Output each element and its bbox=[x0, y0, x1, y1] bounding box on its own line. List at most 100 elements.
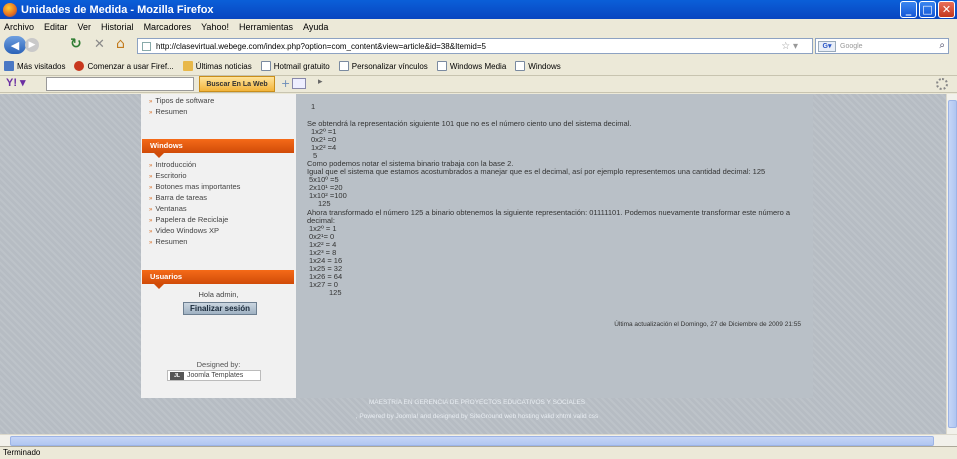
joomla-templates-label: Joomla Templates bbox=[187, 372, 244, 379]
most-visited-icon bbox=[4, 61, 14, 71]
page-content: » Tipos de software » Resumen Windows » Int… bbox=[0, 94, 946, 434]
bookmark-news[interactable]: Últimas noticias bbox=[182, 61, 252, 71]
menu-ayuda[interactable]: Ayuda bbox=[303, 22, 328, 32]
article-line: 1 bbox=[311, 102, 316, 111]
menu-historial[interactable]: Historial bbox=[101, 22, 134, 32]
menu-herramientas[interactable]: Herramientas bbox=[239, 22, 293, 32]
sidebar-item-video[interactable]: » Video Windows XP bbox=[149, 226, 219, 235]
bookmark-label: Comenzar a usar Firef... bbox=[87, 61, 174, 71]
back-button[interactable]: ◀ bbox=[4, 36, 26, 54]
title-bar: Unidades de Medida - Mozilla Firefox _ □… bbox=[0, 0, 957, 19]
sidebar-item-resumen-2[interactable]: » Resumen bbox=[149, 237, 187, 246]
sidebar-item-label: Resumen bbox=[155, 237, 188, 246]
article-body: 1 Se obtendrá la representación siguiente… bbox=[296, 94, 813, 398]
maximize-button[interactable]: □ bbox=[919, 1, 936, 18]
url-text: http://clasevirtual.webege.com/index.php… bbox=[156, 41, 486, 51]
sidebar-item-label: Papelera de Reciclaje bbox=[155, 215, 229, 224]
page-icon bbox=[338, 61, 349, 71]
arrow-icon: » bbox=[149, 207, 153, 213]
vertical-scroll-thumb[interactable] bbox=[948, 100, 957, 428]
sidebar-item-label: Resumen bbox=[155, 107, 188, 116]
firefox-bookmark-icon bbox=[74, 61, 85, 71]
page-icon bbox=[260, 61, 271, 71]
stop-icon[interactable]: ✕ bbox=[94, 37, 105, 52]
windows-section-header: Windows bbox=[142, 139, 294, 158]
menu-editar[interactable]: Editar bbox=[44, 22, 68, 32]
yahoo-search-button[interactable]: Buscar En La Web bbox=[199, 76, 275, 92]
arrow-icon: » bbox=[149, 110, 153, 116]
bookmark-windows-media[interactable]: Windows Media bbox=[436, 61, 506, 71]
article-line: 125 bbox=[318, 199, 331, 208]
bookmark-label: Windows bbox=[528, 61, 561, 71]
menu-archivo[interactable]: Archivo bbox=[4, 22, 34, 32]
greeting-text: Hola admin, bbox=[198, 290, 239, 299]
sidebar-item-label: Introducción bbox=[155, 160, 197, 169]
logout-button[interactable]: Finalizar sesión bbox=[183, 302, 257, 315]
vertical-scrollbar[interactable] bbox=[946, 94, 957, 434]
loading-icon bbox=[936, 78, 948, 90]
page-icon bbox=[142, 42, 151, 51]
sidebar-item-resumen[interactable]: » Resumen bbox=[149, 107, 187, 116]
bookmark-getting-started[interactable]: Comenzar a usar Firef... bbox=[74, 61, 174, 71]
chevron-right-icon[interactable]: ▸ bbox=[318, 77, 323, 87]
home-icon[interactable]: ⌂ bbox=[116, 36, 125, 52]
menu-ver[interactable]: Ver bbox=[78, 22, 92, 32]
sidebar-item-label: Video Windows XP bbox=[155, 226, 219, 235]
sidebar-item-barra-tareas[interactable]: » Barra de tareas bbox=[149, 193, 207, 202]
sidebar-item-label: Tipos de software bbox=[155, 96, 215, 105]
sidebar-item-introduccion[interactable]: » Introducción bbox=[149, 160, 196, 169]
article-line: Ahora transformado el número 125 a binar… bbox=[307, 208, 791, 217]
last-updated-text: Última actualización el Domingo, 27 de D… bbox=[614, 321, 801, 328]
arrow-icon: » bbox=[149, 196, 153, 202]
arrow-icon: » bbox=[149, 240, 153, 246]
close-button[interactable]: ✕ bbox=[938, 1, 955, 18]
bookmark-windows[interactable]: Windows bbox=[515, 61, 561, 71]
article-line: Igual que el sistema que estamos acostum… bbox=[307, 167, 766, 176]
arrow-icon: » bbox=[149, 99, 153, 105]
sidebar-item-escritorio[interactable]: » Escritorio bbox=[149, 171, 187, 180]
sidebar-item-label: Escritorio bbox=[155, 171, 187, 180]
sidebar-item-botones[interactable]: » Botones mas importantes bbox=[149, 182, 240, 191]
page-icon bbox=[515, 61, 526, 71]
page-icon bbox=[436, 61, 447, 71]
reload-icon[interactable]: ↻ bbox=[70, 36, 82, 52]
bookmark-most-visited[interactable]: Más visitados bbox=[4, 61, 65, 71]
google-icon[interactable]: G▾ bbox=[818, 41, 836, 52]
menu-marcadores[interactable]: Marcadores bbox=[144, 22, 192, 32]
designed-by-text: Designed by: bbox=[196, 360, 241, 369]
sidebar-item-ventanas[interactable]: » Ventanas bbox=[149, 204, 187, 213]
sidebar-item-papelera[interactable]: » Papelera de Reciclaje bbox=[149, 215, 228, 224]
url-bar[interactable]: http://clasevirtual.webege.com/index.php… bbox=[137, 38, 813, 54]
add-icon[interactable]: + bbox=[281, 77, 290, 90]
search-input[interactable]: G▾ Google ⌕ bbox=[815, 38, 949, 54]
rss-folder-icon bbox=[182, 61, 193, 71]
sidebar: » Tipos de software » Resumen Windows » Int… bbox=[141, 94, 296, 398]
search-icon[interactable]: ⌕ bbox=[939, 40, 945, 51]
window-title: Unidades de Medida - Mozilla Firefox bbox=[21, 3, 214, 16]
menu-yahoo[interactable]: Yahoo! bbox=[201, 22, 229, 32]
horizontal-scrollbar[interactable] bbox=[0, 434, 957, 446]
bookmark-star-icon[interactable]: ☆ ▾ bbox=[781, 41, 798, 52]
article-line: Se obtendrá la representación siguiente … bbox=[307, 119, 632, 128]
status-bar: Terminado bbox=[0, 446, 957, 459]
bookmark-personalize[interactable]: Personalizar vínculos bbox=[338, 61, 428, 71]
forward-button[interactable]: ▶ bbox=[25, 38, 39, 52]
minimize-button[interactable]: _ bbox=[900, 1, 917, 18]
bookmark-label: Hotmail gratuito bbox=[273, 61, 330, 71]
bookmark-hotmail[interactable]: Hotmail gratuito bbox=[260, 61, 330, 71]
sidebar-item-tipos-software[interactable]: » Tipos de software bbox=[149, 96, 214, 105]
arrow-icon: » bbox=[149, 163, 153, 169]
joomla-templates-link[interactable]: JL Joomla Templates bbox=[167, 370, 261, 381]
footer-title: MAESTRIA EN GERENCIA DE PROYECTOS EDUCAT… bbox=[368, 399, 586, 406]
sidebar-item-label: Barra de tareas bbox=[155, 193, 208, 202]
horizontal-scroll-thumb[interactable] bbox=[10, 436, 934, 446]
search-placeholder: Google bbox=[840, 42, 863, 50]
mail-icon[interactable] bbox=[292, 78, 306, 89]
arrow-icon: » bbox=[149, 185, 153, 191]
yahoo-logo-icon[interactable]: Y! ▾ bbox=[6, 76, 26, 89]
yahoo-search-input[interactable] bbox=[46, 77, 194, 91]
bookmark-label: Personalizar vínculos bbox=[351, 61, 428, 71]
bookmarks-bar: Más visitados Comenzar a usar Firef... Ú… bbox=[0, 58, 957, 74]
browser-window: Unidades de Medida - Mozilla Firefox _ □… bbox=[0, 0, 957, 459]
bookmark-label: Más visitados bbox=[17, 61, 66, 71]
